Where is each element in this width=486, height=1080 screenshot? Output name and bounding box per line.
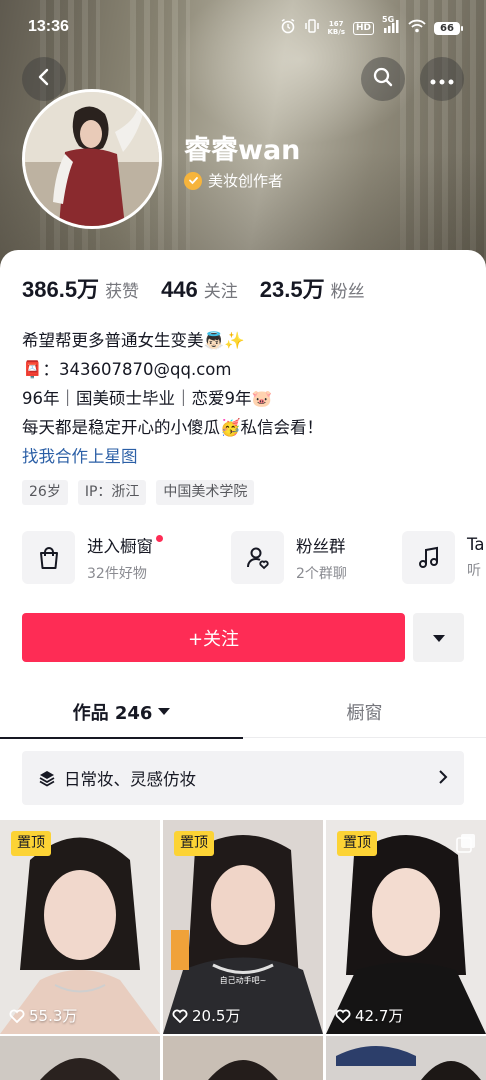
music-note-icon [402,531,455,584]
hd-badge: HD [352,21,374,35]
back-arrow-icon [34,67,54,91]
video-likes-count: 55.3万 [29,1007,78,1025]
tab-shop-window[interactable]: 橱窗 [243,686,486,738]
video-grid: 置顶 55.3万 置顶 自己动手吧~ 20.5万 置顶 42.7万 [0,820,486,1080]
vibrate-icon [304,18,320,38]
fan-group-icon [231,531,284,584]
age-tag: 26岁 [22,480,68,505]
likes-count[interactable]: 386.5万 [22,272,99,304]
following-label[interactable]: 关注 [204,277,238,302]
collection-label: 日常妆、灵感仿妆 [64,770,196,789]
avatar-image [25,92,159,226]
pinned-badge: 置顶 [337,831,377,856]
collection-bar[interactable]: 日常妆、灵感仿妆 [22,751,464,805]
video-likes: 55.3万 [9,1005,77,1026]
video-thumbnail[interactable]: 置顶 55.3万 [0,820,160,1034]
bio: 希望帮更多普通女生变美👼🏻✨ 📮：343607870@qq.com 96年｜国美… [22,326,323,471]
fan-group-title: 粉丝群 [296,536,346,556]
profile-stats: 386.5万 获赞 446 关注 23.5万 粉丝 [22,272,387,304]
signal-label: 5G [382,15,395,24]
verified-check-icon [184,171,202,190]
bio-line: 96年｜国美硕士毕业｜恋爱9年🐷 [22,389,273,408]
caret-down-icon [432,628,446,647]
shop-window-entry[interactable]: 进入橱窗 32件好物 [22,531,163,584]
video-likes: 20.5万 [172,1005,240,1026]
video-likes-count: 20.5万 [192,1007,241,1025]
battery-icon: 66 [434,21,463,35]
tab-works[interactable]: 作品 246 [0,686,243,739]
status-time: 13:36 [28,18,69,35]
layers-icon [38,769,56,787]
signal-icon: 5G [382,15,400,37]
video-thumbnail[interactable] [0,1036,160,1080]
back-button[interactable] [22,57,66,101]
video-cover-image [326,1036,486,1080]
tab-works-label: 作品 246 [72,703,153,724]
more-button[interactable] [420,57,464,101]
video-thumbnail[interactable]: 置顶 自己动手吧~ 20.5万 [163,820,323,1034]
profile-tags: 26岁 IP：浙江 中国美术学院 [22,480,255,505]
video-caption: 自己动手吧~ [219,976,267,985]
video-likes-count: 42.7万 [355,1007,404,1025]
network-speed-unit: KB/s [327,28,345,36]
likes-label[interactable]: 获赞 [105,277,139,302]
avatar[interactable] [22,89,162,229]
more-dots-icon [430,70,454,89]
caret-down-icon [158,708,171,716]
content-tabs: 作品 246 橱窗 [0,686,486,739]
heart-outline-icon [172,1009,188,1023]
video-thumbnail[interactable] [326,1036,486,1080]
notification-dot [156,534,163,542]
search-button[interactable] [361,57,405,101]
video-thumbnail[interactable] [163,1036,323,1080]
alarm-icon [280,18,296,38]
fan-group-subtitle: 2个群聊 [296,565,347,582]
status-bar: 13:36 167 KB/s HD 5G 66 [0,0,486,56]
multi-image-icon [456,833,476,857]
more-options-dropdown[interactable] [413,613,464,662]
ip-location-tag: IP：浙江 [77,480,147,505]
video-cover-image [0,1036,160,1080]
bio-line: 📮：343607870@qq.com [22,360,232,379]
shopping-bag-icon [22,531,75,584]
bio-line: 每天都是稳定开心的小傻瓜🥳私信会看！ [22,418,324,437]
active-tab-indicator [0,737,243,739]
shop-window-title: 进入橱窗 [87,536,153,556]
video-cover-image [163,1036,323,1080]
music-entry[interactable]: Ta 听 [402,531,484,584]
heart-outline-icon [335,1009,351,1023]
video-thumbnail[interactable]: 置顶 42.7万 [326,820,486,1034]
service-entries: 进入橱窗 32件好物 粉丝群 2个群聊 Ta 听 [22,531,486,587]
network-speed: 167 KB/s [328,20,345,36]
shop-window-subtitle: 32件好物 [87,565,147,582]
follow-label: +关注 [187,628,240,650]
pinned-badge: 置顶 [11,831,51,856]
pinned-badge: 置顶 [174,831,214,856]
bio-line: 希望帮更多普通女生变美👼🏻✨ [22,331,245,350]
nickname: 睿睿wan [184,135,301,166]
followers-count[interactable]: 23.5万 [260,272,325,304]
following-count[interactable]: 446 [161,277,198,303]
search-icon [372,66,394,92]
heart-outline-icon [9,1009,25,1023]
wifi-icon [408,19,426,37]
tab-shop-label: 橱窗 [346,703,383,724]
music-subtitle: 听 [467,563,481,579]
creator-label: 美妆创作者 [208,172,284,190]
collab-link[interactable]: 找我合作上星图 [22,442,323,471]
creator-badge: 美妆创作者 [184,170,283,191]
followers-label[interactable]: 粉丝 [331,277,365,302]
follow-button[interactable]: +关注 [22,613,405,662]
school-tag[interactable]: 中国美术学院 [156,480,255,505]
chevron-right-icon [438,769,448,788]
music-title: Ta [467,535,485,554]
video-likes: 42.7万 [335,1005,403,1026]
network-speed-value: 167 [328,20,344,28]
fan-group-entry[interactable]: 粉丝群 2个群聊 [231,531,347,584]
